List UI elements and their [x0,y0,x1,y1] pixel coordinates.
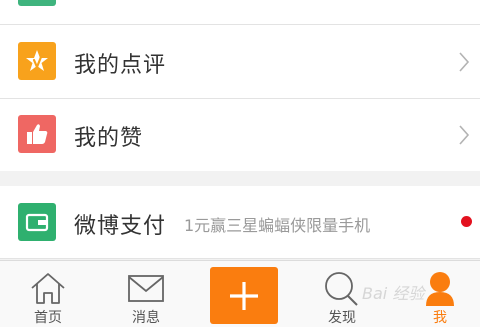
chevron-right-icon [459,125,470,145]
tab-compose[interactable] [210,261,278,327]
home-icon [31,273,65,304]
notification-dot [461,216,472,227]
thumbs-up-icon [18,115,56,153]
menu-row-my-likes[interactable]: 我的赞 [0,99,480,171]
tab-home-label: 首页 [34,310,62,326]
my-likes-label: 我的赞 [74,126,144,151]
tab-me-label: 我 [433,310,447,326]
tab-messages[interactable]: 消息 [98,261,194,327]
tab-discover-label: 发现 [328,310,356,326]
envelope-icon [128,275,164,302]
wallet-icon [18,203,56,241]
chevron-right-icon [459,52,470,72]
compose-button[interactable] [210,267,278,324]
search-icon [325,272,358,306]
star-icon [18,42,56,80]
watermark: Bai 经验 [362,284,425,303]
partial-green-icon [18,0,56,6]
tab-home[interactable]: 首页 [0,261,96,327]
plus-icon [230,281,258,310]
profile-screen: 我的点评 我的赞 微博支付 1元赢三星蝙蝠侠限量手机 首页 消息 发现 我 Ba… [0,0,480,327]
menu-row-my-reviews[interactable]: 我的点评 [0,25,480,98]
menu-row-partial[interactable] [0,0,480,24]
my-reviews-label: 我的点评 [74,53,167,78]
person-icon [426,272,454,306]
tab-messages-label: 消息 [132,310,160,326]
divider [0,258,480,259]
menu-row-weibo-pay[interactable]: 微博支付 1元赢三星蝙蝠侠限量手机 [0,186,480,258]
weibo-pay-promo: 1元赢三星蝙蝠侠限量手机 [184,216,371,235]
weibo-pay-label: 微博支付 [74,214,167,239]
